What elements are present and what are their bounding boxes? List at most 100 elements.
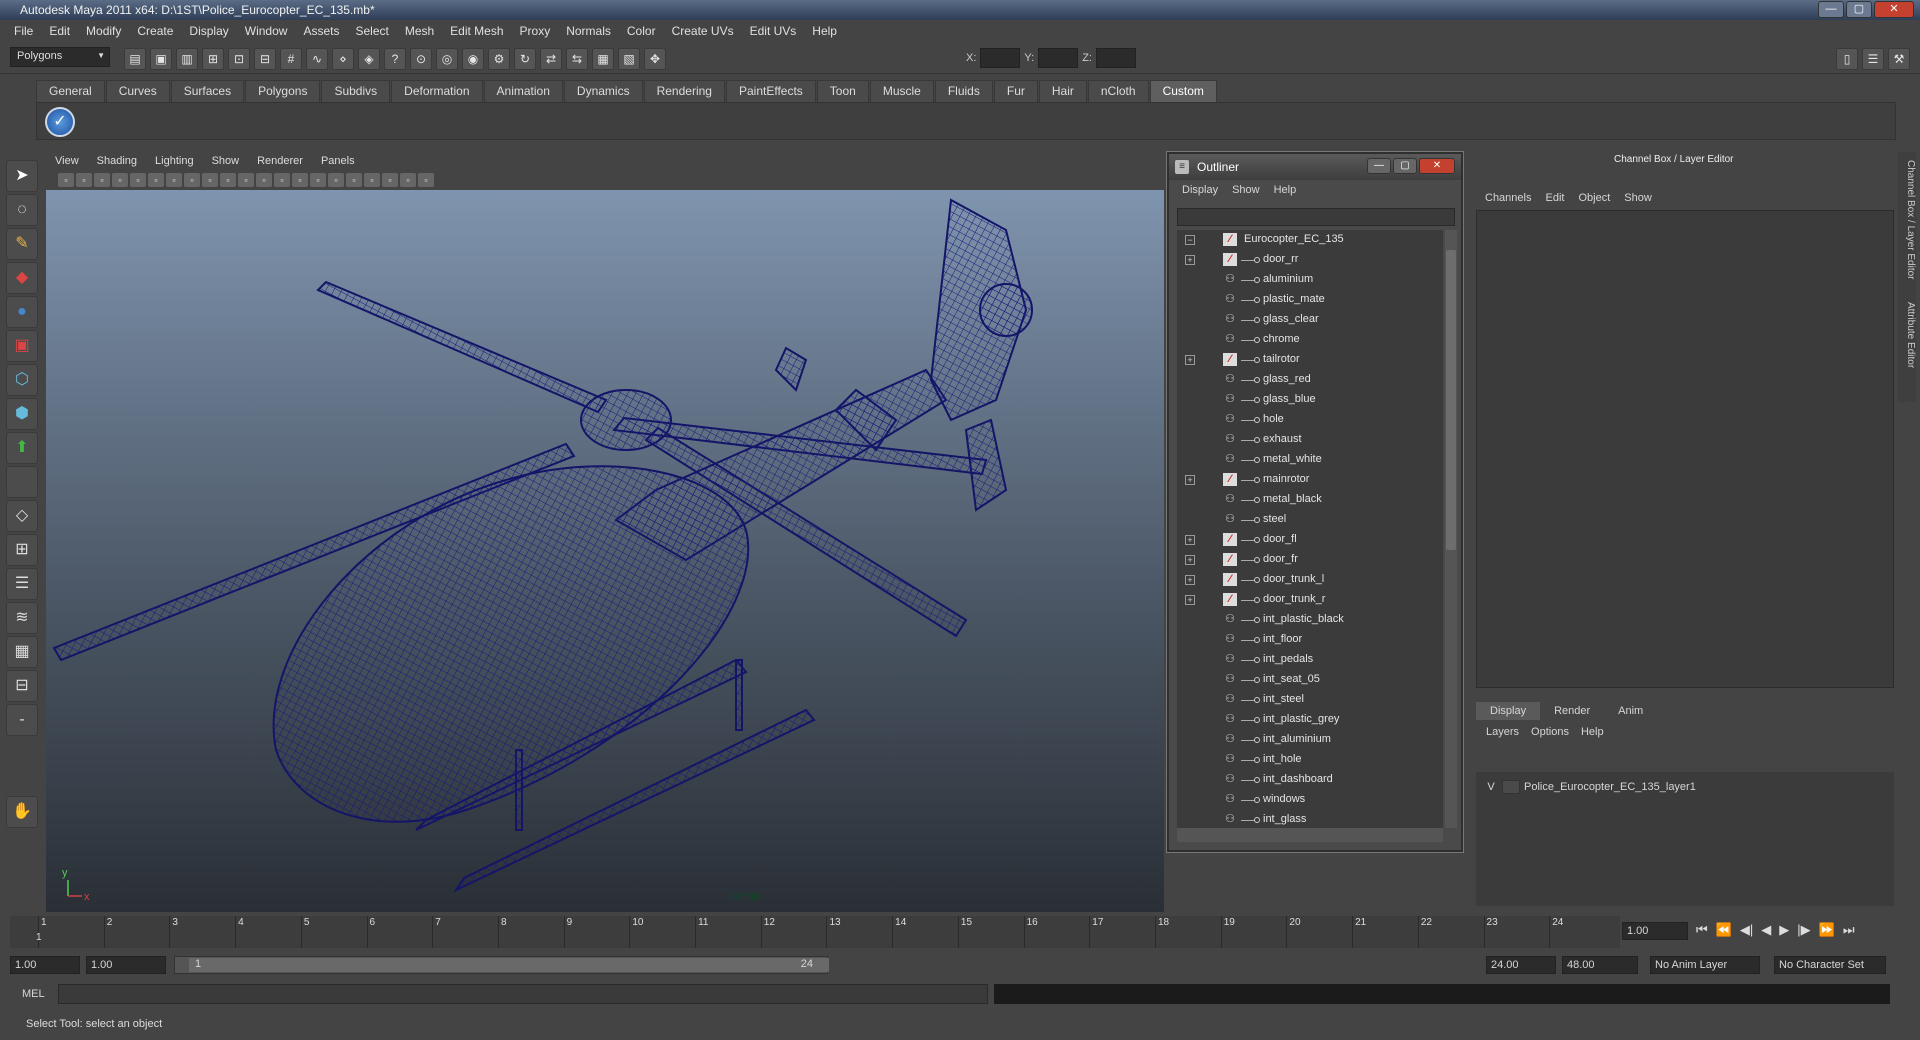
- shelf-tab-fluids[interactable]: Fluids: [934, 80, 993, 102]
- all-lights-icon[interactable]: ▫: [346, 173, 362, 187]
- start-time-field[interactable]: 1.00: [10, 956, 80, 974]
- shelf-tab-dynamics[interactable]: Dynamics: [563, 80, 643, 102]
- shadow-icon[interactable]: ▫: [202, 173, 218, 187]
- maximize-button[interactable]: ▢: [1846, 1, 1872, 18]
- outliner-item[interactable]: ⚇ int_glass: [1177, 810, 1443, 828]
- persp-cam-icon[interactable]: ▫: [382, 173, 398, 187]
- menu-edit[interactable]: Edit: [41, 24, 78, 38]
- shelf-tab-animation[interactable]: Animation: [483, 80, 563, 102]
- outliner-minimize-button[interactable]: —: [1367, 158, 1391, 174]
- viewport-menu-panels[interactable]: Panels: [312, 155, 364, 167]
- ipr-render-icon[interactable]: ◉: [462, 48, 484, 70]
- outliner-item[interactable]: + ⁄ tailrotor: [1177, 350, 1443, 370]
- layout-graph-icon[interactable]: ≋: [6, 602, 38, 634]
- select-object-icon[interactable]: ⊡: [228, 48, 250, 70]
- transform-icon[interactable]: ✥: [644, 48, 666, 70]
- menu-display[interactable]: Display: [181, 24, 236, 38]
- snap-point-icon[interactable]: ⋄: [332, 48, 354, 70]
- outliner-menu-display[interactable]: Display: [1175, 184, 1225, 196]
- outliner-menu-show[interactable]: Show: [1225, 184, 1267, 196]
- shelf-tab-surfaces[interactable]: Surfaces: [170, 80, 245, 102]
- menu-select[interactable]: Select: [347, 24, 396, 38]
- outliner-item[interactable]: ⚇ aluminium: [1177, 270, 1443, 290]
- y-field[interactable]: [1038, 48, 1079, 68]
- cube-icon[interactable]: ▫: [274, 173, 290, 187]
- outliner-item[interactable]: ⚇ metal_black: [1177, 490, 1443, 510]
- layout-more-icon[interactable]: -: [6, 704, 38, 736]
- step-forward-frame-icon[interactable]: |▶: [1797, 922, 1810, 938]
- shelf-tab-muscle[interactable]: Muscle: [869, 80, 934, 102]
- shelf-tab-toon[interactable]: Toon: [816, 80, 869, 102]
- new-scene-icon[interactable]: ▤: [124, 48, 146, 70]
- layer-menu-layers[interactable]: Layers: [1480, 726, 1525, 738]
- outliner-item[interactable]: ⚇ int_seat_05: [1177, 670, 1443, 690]
- range-slider[interactable]: 1 24: [174, 956, 829, 974]
- channel-menu-show[interactable]: Show: [1617, 192, 1659, 204]
- shelf-tab-ncloth[interactable]: nCloth: [1087, 80, 1149, 102]
- select-component-icon[interactable]: ⊟: [254, 48, 276, 70]
- outliner-item[interactable]: ⚇ glass_blue: [1177, 390, 1443, 410]
- hud-icon[interactable]: ▫: [256, 173, 272, 187]
- shelf-tab-rendering[interactable]: Rendering: [643, 80, 725, 102]
- layout-custom-icon[interactable]: ⊟: [6, 670, 38, 702]
- x-field[interactable]: [980, 48, 1021, 68]
- menu-color[interactable]: Color: [619, 24, 664, 38]
- outliner-item[interactable]: ⚇ glass_red: [1177, 370, 1443, 390]
- toggle-tool-settings-icon[interactable]: ⚒: [1888, 48, 1910, 70]
- expand-toggle-icon[interactable]: +: [1185, 475, 1195, 485]
- lights-icon[interactable]: ▫: [310, 173, 326, 187]
- input-ops-icon[interactable]: ⇄: [540, 48, 562, 70]
- side-tab-channel-box[interactable]: Channel Box / Layer Editor Attribute Edi…: [1898, 152, 1916, 402]
- lasso-tool-icon[interactable]: ◌: [6, 194, 38, 226]
- outliner-item[interactable]: − ⁄ Eurocopter_EC_135: [1177, 230, 1443, 250]
- shelf-tab-painteffects[interactable]: PaintEffects: [725, 80, 816, 102]
- z-field[interactable]: [1095, 48, 1136, 68]
- shelf-tab-hair[interactable]: Hair: [1038, 80, 1087, 102]
- outliner-close-button[interactable]: ✕: [1419, 158, 1455, 174]
- light-icon[interactable]: ▫: [184, 173, 200, 187]
- snap-grid-icon[interactable]: #: [280, 48, 302, 70]
- snap-curve-icon[interactable]: ∿: [306, 48, 328, 70]
- outliner-maximize-button[interactable]: ▢: [1393, 158, 1417, 174]
- layout-outliner-icon[interactable]: ☰: [6, 568, 38, 600]
- expand-toggle-icon[interactable]: −: [1185, 235, 1195, 245]
- layer-visibility-toggle[interactable]: V: [1480, 781, 1502, 793]
- outliner-item[interactable]: ⚇ steel: [1177, 510, 1443, 530]
- default-light-icon[interactable]: ▫: [328, 173, 344, 187]
- show-manip-icon[interactable]: ⬆: [6, 432, 38, 464]
- outliner-item[interactable]: + ⁄ door_fr: [1177, 550, 1443, 570]
- outliner-hscrollbar[interactable]: [1177, 828, 1443, 842]
- rotate-tool-icon[interactable]: ●: [6, 296, 38, 328]
- channel-menu-channels[interactable]: Channels: [1478, 192, 1538, 204]
- snap-view-icon[interactable]: ◈: [358, 48, 380, 70]
- outliner-titlebar[interactable]: ≡ Outliner — ▢ ✕: [1169, 154, 1461, 180]
- expand-toggle-icon[interactable]: +: [1185, 535, 1195, 545]
- sphere-icon[interactable]: ▫: [292, 173, 308, 187]
- go-to-start-icon[interactable]: ⏮: [1696, 922, 1708, 938]
- outliner-item[interactable]: + ⁄ door_fl: [1177, 530, 1443, 550]
- menu-help[interactable]: Help: [804, 24, 845, 38]
- help-icon[interactable]: ?: [384, 48, 406, 70]
- smooth-icon[interactable]: ▫: [148, 173, 164, 187]
- viewport-menu-renderer[interactable]: Renderer: [248, 155, 312, 167]
- isolate-icon[interactable]: ▫: [238, 173, 254, 187]
- viewport-menu-view[interactable]: View: [46, 155, 88, 167]
- expand-toggle-icon[interactable]: +: [1185, 595, 1195, 605]
- grid-icon[interactable]: ▫: [112, 173, 128, 187]
- toggle-attribute-editor-icon[interactable]: ▯: [1836, 48, 1858, 70]
- last-tool-icon[interactable]: [6, 466, 38, 498]
- menu-window[interactable]: Window: [237, 24, 296, 38]
- outliner-item[interactable]: ⚇ int_steel: [1177, 690, 1443, 710]
- select-tool-icon[interactable]: ➤: [6, 160, 38, 192]
- close-button[interactable]: ✕: [1874, 1, 1914, 18]
- shelf-tab-deformation[interactable]: Deformation: [391, 80, 483, 102]
- toggle-channel-box-icon[interactable]: ☰: [1862, 48, 1884, 70]
- outliner-item[interactable]: + ⁄ door_trunk_l: [1177, 570, 1443, 590]
- layer-row[interactable]: V Police_Eurocopter_EC_135_layer1: [1480, 778, 1888, 796]
- menu-normals[interactable]: Normals: [558, 24, 619, 38]
- play-forwards-icon[interactable]: ▶: [1779, 922, 1789, 938]
- end-time-field[interactable]: 48.00: [1562, 956, 1638, 974]
- range-slider-handle[interactable]: 1 24: [189, 958, 829, 972]
- expand-toggle-icon[interactable]: +: [1185, 555, 1195, 565]
- menu-edit-uvs[interactable]: Edit UVs: [742, 24, 805, 38]
